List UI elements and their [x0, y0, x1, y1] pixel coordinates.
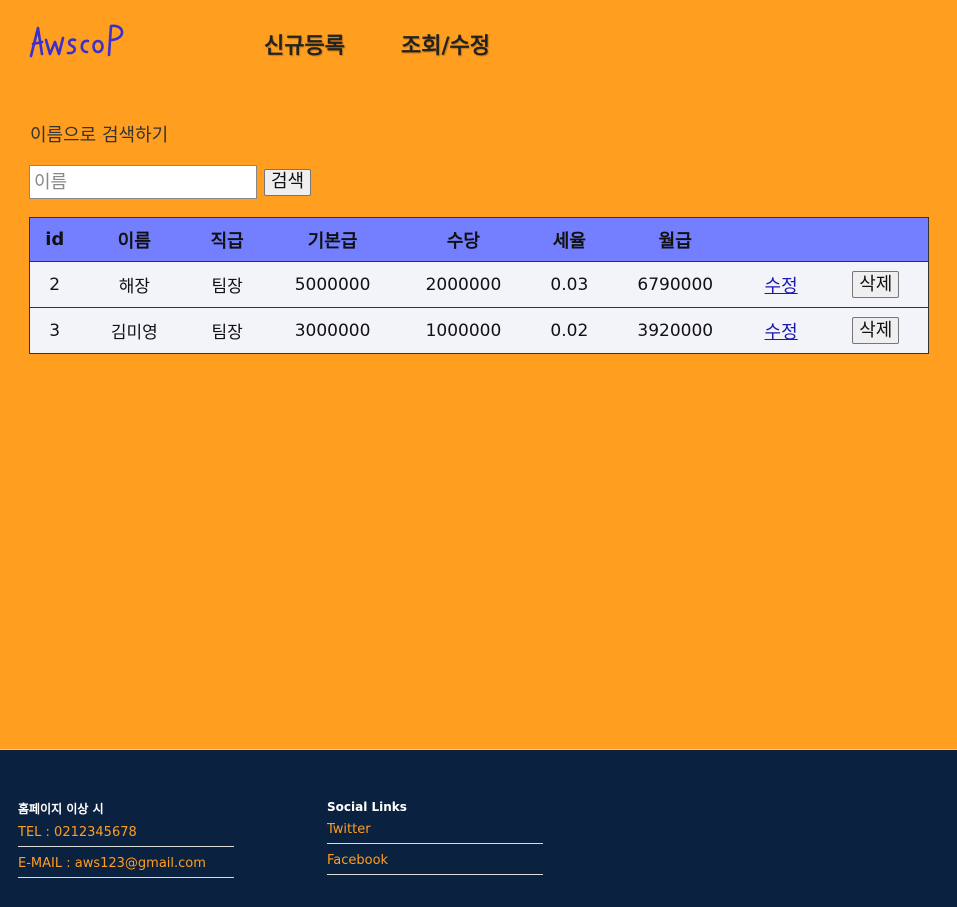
cell-delete: 삭제: [823, 261, 929, 308]
twitter-link[interactable]: Twitter: [327, 822, 543, 844]
table-row: 3 김미영 팀장 3000000 1000000 0.02 3920000 수정…: [29, 307, 929, 354]
cell-edit: 수정: [738, 261, 824, 308]
logo[interactable]: [28, 20, 128, 62]
col-header-salary: 월급: [611, 217, 739, 262]
nav-search-edit[interactable]: 조회/수정: [401, 28, 490, 60]
delete-button[interactable]: 삭제: [852, 317, 900, 344]
table-header-row: id 이름 직급 기본급 수당 세율 월급: [29, 217, 929, 262]
cell-salary: 6790000: [611, 261, 739, 308]
edit-link[interactable]: 수정: [765, 322, 798, 343]
footer-social: Social Links Twitter Facebook: [327, 800, 543, 884]
search-button[interactable]: 검색: [264, 168, 312, 196]
footer-phone: TEL : 0212345678: [18, 825, 234, 847]
nav-register[interactable]: 신규등록: [264, 28, 345, 60]
logo-image: [29, 24, 124, 58]
col-header-delete: [823, 217, 929, 262]
cell-tax: 0.03: [526, 261, 612, 308]
employee-table: id 이름 직급 기본급 수당 세율 월급 2 해장 팀장 5000000 20…: [29, 217, 929, 354]
cell-edit: 수정: [738, 307, 824, 354]
cell-id: 2: [29, 261, 80, 308]
cell-salary: 3920000: [611, 307, 739, 354]
cell-base: 3000000: [265, 307, 400, 354]
search-input[interactable]: [29, 165, 257, 199]
table-row: 2 해장 팀장 5000000 2000000 0.03 6790000 수정 …: [29, 261, 929, 308]
cell-rank: 팀장: [189, 261, 266, 308]
col-header-id: id: [29, 217, 80, 262]
col-header-tax: 세율: [526, 217, 612, 262]
facebook-link[interactable]: Facebook: [327, 853, 543, 875]
header: 신규등록 조회/수정: [0, 0, 957, 90]
cell-delete: 삭제: [823, 307, 929, 354]
footer-email[interactable]: E-MAIL : aws123@gmail.com: [18, 856, 234, 878]
delete-button[interactable]: 삭제: [852, 271, 900, 298]
footer-contact: 홈페이지 이상 시 TEL : 0212345678 E-MAIL : aws1…: [18, 800, 234, 887]
cell-id: 3: [29, 307, 80, 354]
cell-rank: 팀장: [189, 307, 266, 354]
cell-name: 김미영: [79, 307, 190, 354]
cell-base: 5000000: [265, 261, 400, 308]
footer-social-title: Social Links: [327, 800, 407, 814]
cell-allowance: 2000000: [400, 261, 527, 308]
cell-tax: 0.02: [526, 307, 612, 354]
footer-contact-title: 홈페이지 이상 시: [18, 802, 104, 816]
cell-allowance: 1000000: [400, 307, 527, 354]
main-nav: 신규등록 조회/수정: [264, 28, 490, 60]
search-title: 이름으로 검색하기: [30, 125, 169, 146]
col-header-name: 이름: [79, 217, 190, 262]
edit-link[interactable]: 수정: [765, 276, 798, 297]
col-header-base: 기본급: [265, 217, 400, 262]
col-header-allowance: 수당: [400, 217, 527, 262]
footer: 홈페이지 이상 시 TEL : 0212345678 E-MAIL : aws1…: [0, 749, 957, 907]
cell-name: 해장: [79, 261, 190, 308]
search-form: 검색: [29, 165, 312, 199]
col-header-edit: [738, 217, 824, 262]
col-header-rank: 직급: [189, 217, 266, 262]
